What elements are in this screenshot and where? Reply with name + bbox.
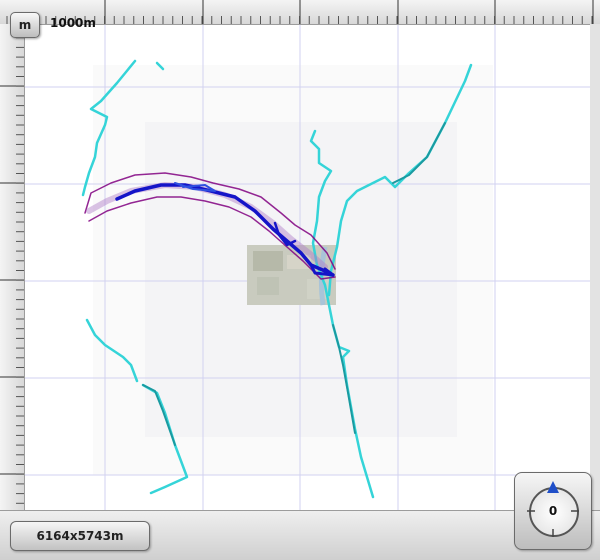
map-size-readout: 6164x5743m xyxy=(10,521,150,551)
unit-toggle-button[interactable]: m xyxy=(10,12,40,38)
left-ruler-ticks xyxy=(0,27,24,504)
left-ruler xyxy=(0,24,25,510)
scale-label: 1000m xyxy=(50,16,96,30)
compass-heading: 0 xyxy=(548,504,558,518)
compass-button[interactable]: 0 xyxy=(514,472,592,550)
map-svg xyxy=(25,25,590,510)
map-canvas[interactable] xyxy=(25,25,590,510)
right-edge xyxy=(590,24,600,510)
